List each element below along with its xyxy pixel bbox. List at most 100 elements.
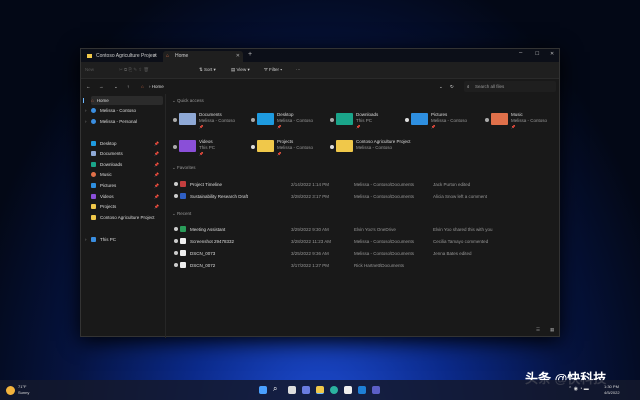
pin-icon: 📌 bbox=[154, 194, 159, 199]
outlook-icon[interactable] bbox=[358, 386, 366, 394]
weather-sun-icon[interactable] bbox=[6, 386, 15, 395]
file-location: Melissa - Contoso\Documents bbox=[354, 194, 415, 199]
file-date: 3/28/2022 3:17 PM bbox=[291, 194, 330, 199]
file-row[interactable]: DSCN_0073 3/25/2022 9:36 AM Melissa - Co… bbox=[166, 249, 561, 259]
breadcrumb[interactable]: › Home bbox=[149, 84, 164, 89]
folder-icon bbox=[491, 113, 508, 125]
file-name: Sustainability Research Draft bbox=[190, 194, 249, 199]
search-input[interactable]: ⌕ Search all files bbox=[464, 81, 556, 92]
tab-home[interactable]: ⌂ Home ✕ bbox=[163, 51, 243, 62]
pin-icon: 📌 bbox=[356, 125, 361, 129]
item-location: Melissa - Contoso bbox=[356, 145, 393, 150]
new-tab-button[interactable]: + bbox=[248, 51, 252, 58]
quick-access-item[interactable]: Pictures Melissa - Contoso 📌 bbox=[405, 112, 485, 134]
quick-access-item[interactable]: Downloads This PC 📌 bbox=[330, 112, 410, 134]
maximize-button[interactable]: ☐ bbox=[535, 51, 539, 57]
sync-status-icon bbox=[251, 118, 255, 122]
sidebar-label: Melissa - Personal bbox=[100, 119, 138, 124]
sidebar-item-this-pc[interactable]: › This PC bbox=[85, 235, 163, 244]
file-explorer-icon[interactable] bbox=[316, 386, 324, 394]
tab-label: Contoso Agriculture Project bbox=[96, 53, 157, 59]
file-row[interactable]: Meeting Assistant 3/29/2022 9:30 AM Elvi… bbox=[166, 225, 561, 235]
cut-icon[interactable]: ✂ ⧉ ⎘ ✎ ⇪ 🗑 bbox=[119, 67, 149, 73]
file-activity: Jack Purton edited bbox=[433, 182, 471, 187]
videos-icon bbox=[91, 194, 96, 200]
new-button[interactable]: New bbox=[85, 67, 94, 72]
system-tray-icons[interactable]: ⌃ ◉ ◔ ▬ bbox=[568, 386, 589, 392]
start-icon[interactable] bbox=[259, 386, 267, 394]
desktop-icon bbox=[91, 141, 96, 147]
details-view-button[interactable]: ☰ bbox=[536, 327, 540, 333]
pin-icon: 📌 bbox=[154, 162, 159, 167]
quick-access-item[interactable]: Desktop Melissa - Contoso 📌 bbox=[251, 112, 331, 134]
task-view-icon[interactable] bbox=[288, 386, 296, 394]
tiles-view-button[interactable]: ▦ bbox=[550, 327, 554, 333]
music-icon bbox=[91, 172, 96, 178]
more-button[interactable]: ··· bbox=[296, 67, 301, 72]
breadcrumb-home[interactable]: Home bbox=[152, 84, 164, 89]
quick-access-item[interactable]: Projects Melissa - Contoso 📌 bbox=[251, 139, 331, 161]
view-button[interactable]: ▤ View ▾ bbox=[231, 67, 250, 73]
file-row[interactable]: Sustainability Research Draft 3/28/2022 … bbox=[166, 192, 561, 202]
sidebar-label: Melissa - Contoso bbox=[100, 108, 137, 113]
sidebar-item-downloads[interactable]: Downloads 📌 bbox=[91, 160, 163, 169]
sidebar-item-melissa-personal[interactable]: › Melissa - Personal bbox=[85, 117, 163, 126]
clock-date[interactable]: 4/5/2022 bbox=[604, 390, 620, 395]
sync-status-icon bbox=[405, 118, 409, 122]
sidebar-label: Downloads bbox=[100, 162, 123, 167]
file-row[interactable]: DSCN_0072 3/17/2022 1:27 PM Rick Hartnet… bbox=[166, 261, 561, 271]
teams-icon[interactable] bbox=[302, 386, 310, 394]
quick-access-header[interactable]: ⌄ Quick access bbox=[172, 98, 204, 104]
search-icon[interactable]: ⌕ bbox=[273, 384, 281, 393]
file-location: Rick Hartnett\Documents bbox=[354, 263, 405, 268]
sidebar-item-desktop[interactable]: Desktop 📌 bbox=[91, 139, 163, 148]
pin-icon: 📌 bbox=[511, 125, 516, 129]
section-title: Recent bbox=[177, 211, 192, 216]
back-button[interactable]: ← bbox=[86, 84, 91, 89]
file-date: 3/25/2022 9:36 AM bbox=[291, 251, 329, 256]
sidebar-item-pictures[interactable]: Pictures 📌 bbox=[91, 181, 163, 190]
sort-button[interactable]: ⇅ Sort ▾ bbox=[199, 67, 216, 73]
sync-status-icon bbox=[174, 251, 178, 255]
minimize-button[interactable]: – bbox=[519, 50, 522, 56]
sidebar-item-music[interactable]: Music 📌 bbox=[91, 170, 163, 179]
sync-status-icon bbox=[173, 118, 177, 122]
history-dropdown[interactable]: ⌄ bbox=[439, 84, 443, 90]
forward-button[interactable]: → bbox=[99, 84, 104, 89]
sidebar-item-projects[interactable]: Projects 📌 bbox=[91, 202, 163, 211]
item-location: Melissa - Contoso bbox=[511, 118, 548, 123]
teams-app-icon[interactable] bbox=[372, 386, 380, 394]
sidebar-label: This PC bbox=[100, 237, 117, 242]
close-window-button[interactable]: ✕ bbox=[550, 51, 554, 57]
clock-time[interactable]: 1:30 PM bbox=[604, 384, 619, 389]
tab-bar: Contoso Agriculture Project ✕ ⌂ Home ✕ + – … bbox=[81, 49, 559, 62]
edge-icon[interactable] bbox=[330, 386, 338, 394]
section-title: Favorites bbox=[177, 165, 196, 170]
recent-header[interactable]: ⌄ Recent bbox=[172, 211, 191, 217]
close-icon[interactable]: ✕ bbox=[153, 51, 157, 62]
sidebar-item-home[interactable]: ⌂ Home bbox=[83, 96, 163, 105]
up-button[interactable]: ↑ bbox=[127, 84, 129, 89]
quick-access-item[interactable]: Music Melissa - Contoso 📌 bbox=[485, 112, 565, 134]
quick-access-item[interactable]: Documents Melissa - Contoso 📌 bbox=[173, 112, 253, 134]
sidebar-item-contoso-agriculture[interactable]: Contoso Agriculture Project bbox=[91, 213, 163, 222]
sidebar-item-videos[interactable]: Videos 📌 bbox=[91, 192, 163, 201]
quick-access-item[interactable]: Contoso Agriculture Project Melissa - Co… bbox=[330, 139, 411, 161]
tab-contoso[interactable]: Contoso Agriculture Project ✕ bbox=[84, 51, 159, 62]
file-row[interactable]: Screenshot 29478332 3/28/2022 11:23 AM M… bbox=[166, 237, 561, 247]
sidebar-item-documents[interactable]: Documents 📌 bbox=[91, 149, 163, 158]
filter-label: Filter bbox=[269, 67, 280, 72]
store-icon[interactable] bbox=[344, 386, 352, 394]
file-icon bbox=[180, 226, 186, 232]
view-label: View bbox=[236, 67, 247, 72]
item-location: Melissa - Contoso bbox=[431, 118, 468, 123]
filter-button[interactable]: ⛛ Filter ▾ bbox=[264, 67, 282, 72]
refresh-button[interactable]: ↻ bbox=[450, 84, 454, 90]
quick-access-item[interactable]: Videos This PC 📌 bbox=[173, 139, 253, 161]
close-icon[interactable]: ✕ bbox=[236, 51, 240, 62]
file-row[interactable]: Project Timeline 2/14/2022 1:14 PM Melis… bbox=[166, 180, 561, 190]
favorites-header[interactable]: ⌄ Favorites bbox=[172, 165, 196, 171]
sidebar-item-melissa-contoso[interactable]: › Melissa - Contoso bbox=[85, 106, 163, 115]
content-pane: ⌄ Quick access ⌄ Favorites ⌄ Recent Docu… bbox=[166, 94, 561, 338]
recent-dropdown[interactable]: ⌄ bbox=[114, 84, 118, 90]
